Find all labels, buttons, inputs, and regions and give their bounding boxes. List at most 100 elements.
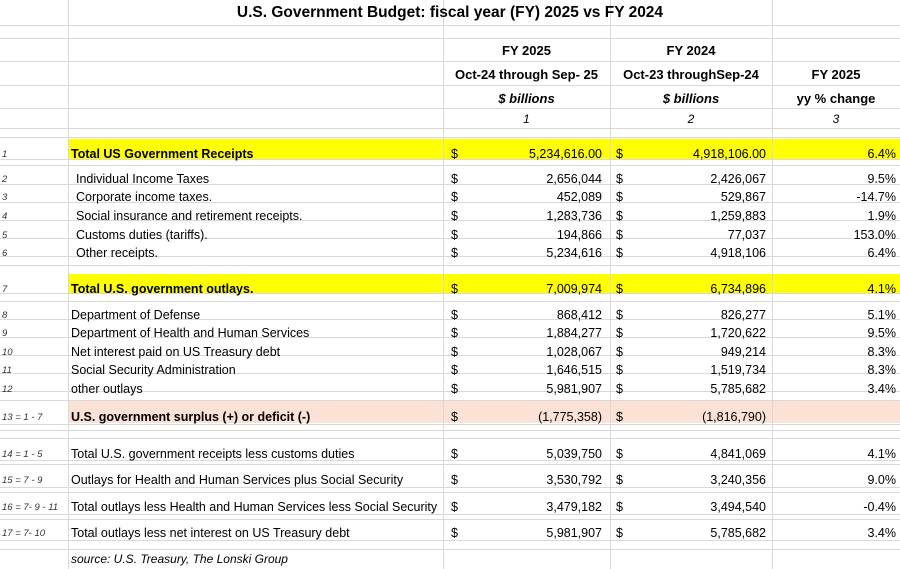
row-number: 16 = 7- 9 - 11 [2, 502, 59, 513]
row-number: 5 [2, 230, 8, 241]
fy2025-value: (1,775,358) [538, 410, 602, 424]
row-label: other outlays [71, 382, 143, 396]
fy2025-value: 5,039,750 [546, 447, 602, 461]
col2-header-fy: FY 2024 [666, 43, 716, 58]
pct-change-value: 1.9% [867, 209, 897, 223]
fy2025-value: 1,028,067 [546, 345, 602, 359]
fy2025-value: 3,530,792 [546, 473, 602, 487]
pct-change-value: 6.4% [867, 246, 897, 260]
row-number: 3 [2, 192, 8, 203]
grid-line-h [0, 438, 900, 439]
pct-change-value: 9.5% [867, 172, 897, 186]
fy2025-value: 5,981,907 [546, 526, 602, 540]
fy2025-value: 194,866 [556, 228, 602, 242]
row-label: Department of Health and Human Services [71, 326, 310, 340]
row-number: 8 [2, 310, 8, 321]
col3-header-change: yy % change [796, 91, 876, 106]
fy2024-value: 826,277 [720, 308, 766, 322]
fy2025-value: 1,283,736 [546, 209, 602, 223]
fy2024-value: 2,426,067 [710, 172, 766, 186]
row-number: 12 [2, 384, 13, 395]
row-label: Total U.S. government receipts less cust… [71, 447, 355, 461]
row-number: 10 [2, 347, 13, 358]
fy2025-value: 868,412 [556, 308, 602, 322]
row-number: 11 [2, 365, 12, 376]
row-label: Other receipts. [76, 246, 158, 260]
fy2024-value: 77,037 [727, 228, 766, 242]
fy2024-value: 1,720,622 [710, 326, 766, 340]
fy2025-value: 1,884,277 [546, 326, 602, 340]
pct-change-value: 4.1% [867, 447, 897, 461]
pct-change-value: 9.0% [867, 473, 897, 487]
spreadsheet: U.S. Government Budget: fiscal year (FY)… [0, 0, 900, 569]
row-label: Total US Government Receipts [71, 147, 254, 161]
row-label: Social Security Administration [71, 363, 236, 377]
grid-line-h [0, 25, 900, 26]
sheet-title: U.S. Government Budget: fiscal year (FY)… [236, 4, 664, 21]
row-label: Social insurance and retirement receipts… [76, 209, 303, 223]
grid-line-h [0, 487, 900, 488]
col2-header-units: $ billions [662, 91, 720, 106]
row-label: Outlays for Health and Human Services pl… [71, 473, 404, 487]
grid-line-h [0, 540, 900, 541]
row-number: 7 [2, 284, 8, 295]
fy2024-value: 5,785,682 [710, 382, 766, 396]
pct-change-value: -14.7% [856, 190, 896, 204]
fy2024-value: 3,494,540 [710, 500, 766, 514]
grid-line-h [0, 424, 900, 425]
row-label: Individual Income Taxes [76, 172, 210, 186]
col1-header-units: $ billions [498, 91, 555, 106]
source-note: source: U.S. Treasury, The Lonski Group [71, 552, 288, 566]
pct-change-value: 8.3% [867, 363, 897, 377]
row-number: 4 [2, 211, 8, 222]
pct-change-value: 9.5% [867, 326, 897, 340]
row-number: 14 = 1 - 5 [2, 449, 43, 460]
fy2024-value: 4,918,106 [710, 246, 766, 260]
grid-line-h [0, 430, 900, 431]
col3-number: 3 [832, 112, 840, 126]
col3-header-fy: FY 2025 [811, 67, 861, 82]
grid-line-h [0, 400, 900, 401]
fy2025-value: 2,656,044 [546, 172, 602, 186]
pct-change-value: 8.3% [867, 345, 897, 359]
row-number: 2 [2, 174, 8, 185]
fy2024-value: 3,240,356 [710, 473, 766, 487]
fy2025-value: 1,646,515 [546, 363, 602, 377]
pct-change-value: 5.1% [867, 308, 897, 322]
grid-line-h [0, 137, 900, 138]
fy2024-value: 529,867 [720, 190, 766, 204]
fy2025-value: 7,009,974 [546, 282, 602, 296]
row-number: 15 = 7 - 9 [2, 475, 43, 486]
row-label: Department of Defense [71, 308, 201, 322]
pct-change-value: 3.4% [867, 526, 897, 540]
col1-header-period: Oct-24 through Sep- 25 [454, 67, 599, 82]
col2-header-period: Oct-23 throughSep-24 [623, 67, 759, 82]
fy2024-value: 6,734,896 [710, 282, 766, 296]
row-number: 6 [2, 248, 8, 259]
grid-line-h [0, 464, 900, 465]
pct-change-value: 4.1% [867, 282, 897, 296]
fy2024-value: 5,785,682 [710, 526, 766, 540]
col1-number: 1 [523, 112, 530, 126]
grid-line-h [0, 265, 900, 266]
row-number: 17 = 7- 10 [2, 528, 46, 539]
pct-change-value: -0.4% [863, 500, 896, 514]
fy2024-value: (1,816,790) [702, 410, 766, 424]
grid-line-h [0, 85, 900, 86]
grid-line-h [0, 38, 900, 39]
grid-line-h [0, 549, 900, 550]
grid-line-h [0, 492, 900, 493]
fy2024-value: 4,841,069 [710, 447, 766, 461]
row-number: 13 = 1 - 7 [2, 412, 43, 423]
grid-line-v [68, 0, 69, 569]
grid-line-h [0, 61, 900, 62]
col2-number: 2 [687, 112, 695, 126]
fy2025-value: 3,479,182 [546, 500, 602, 514]
row-label: Net interest paid on US Treasury debt [71, 345, 281, 359]
row-label: Total outlays less Health and Human Serv… [71, 500, 438, 514]
row-label: Customs duties (tariffs). [76, 228, 208, 242]
row-label: Total outlays less net interest on US Tr… [71, 526, 350, 540]
col1-header-fy: FY 2025 [502, 43, 551, 58]
fy2024-value: 1,519,734 [710, 363, 766, 377]
grid-line-h [0, 514, 900, 515]
